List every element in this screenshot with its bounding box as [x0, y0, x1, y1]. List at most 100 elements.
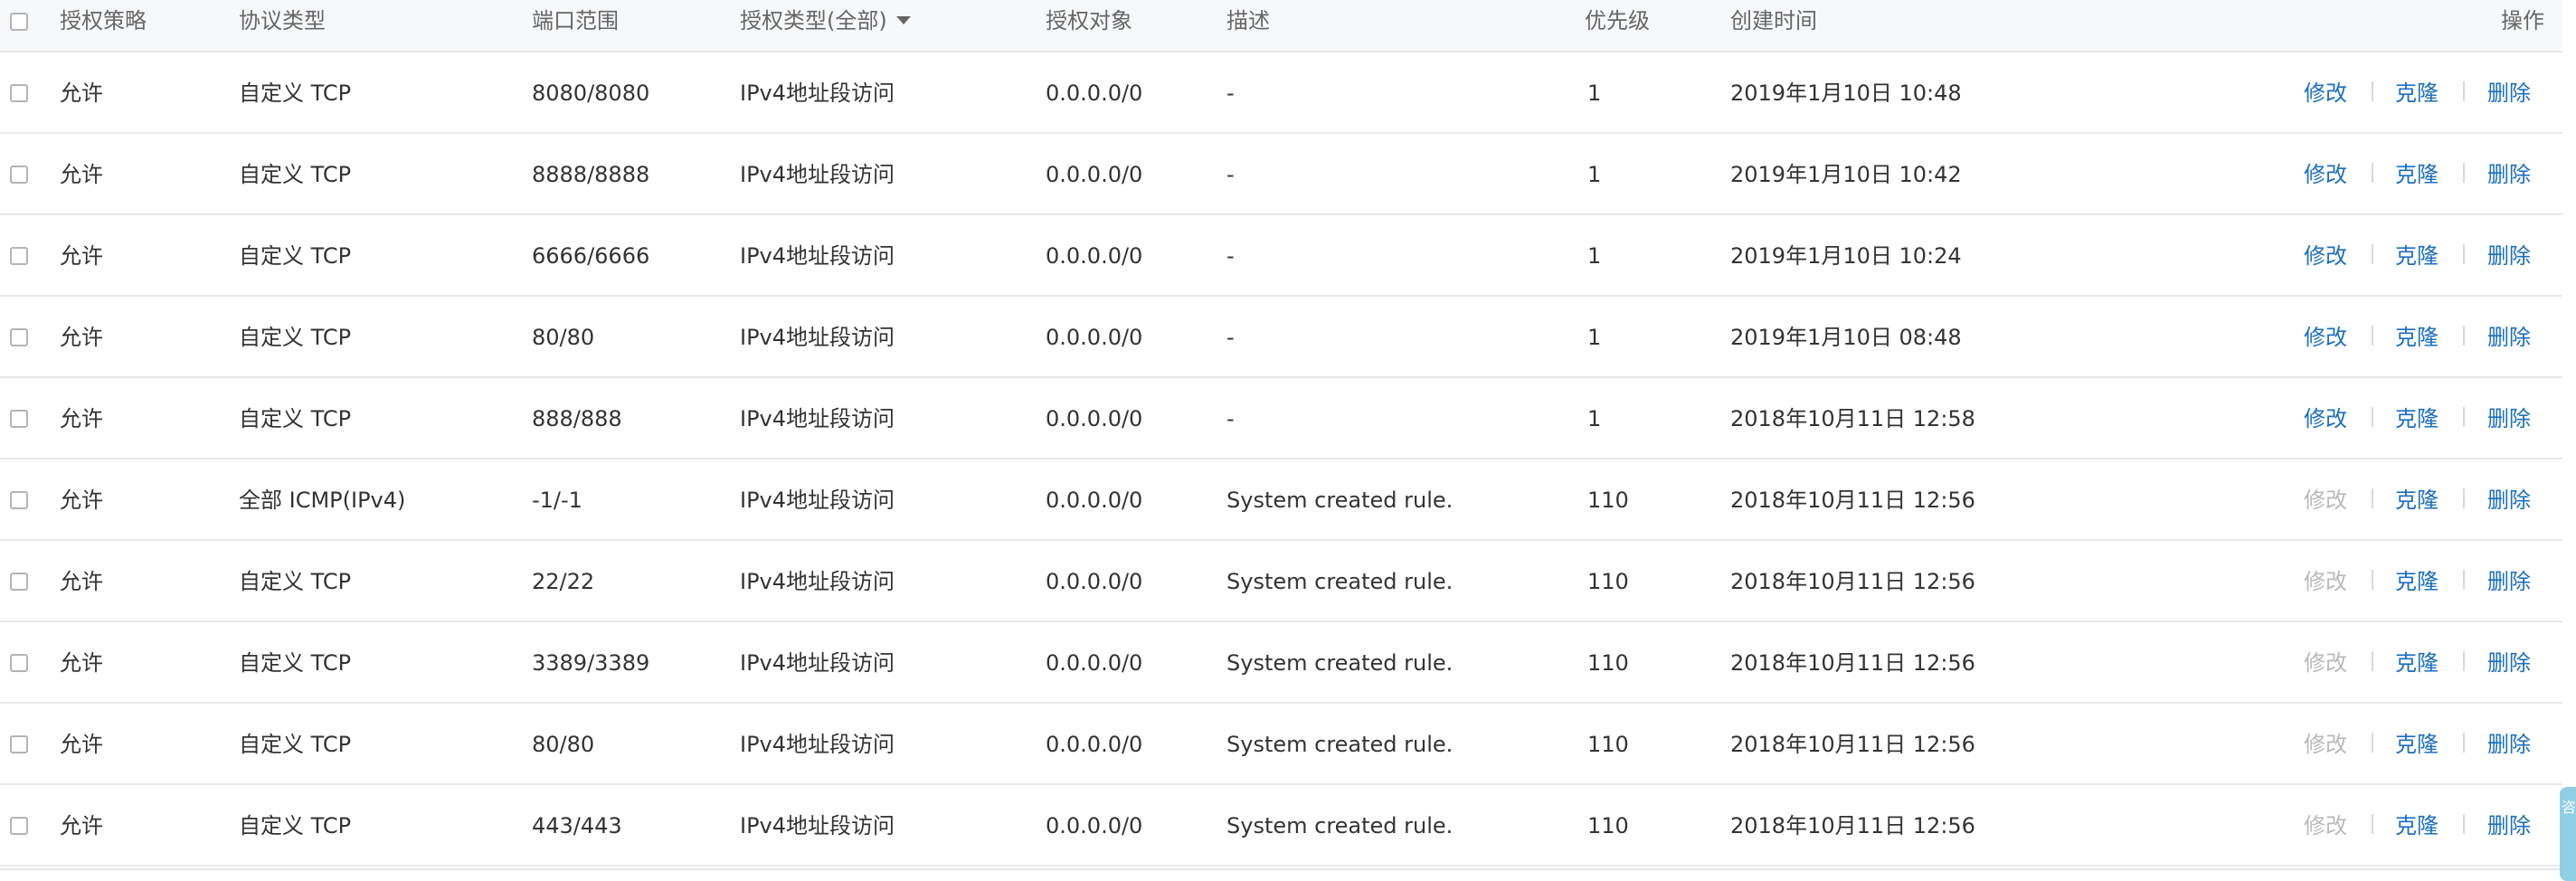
delete-link[interactable]: 删除	[2487, 649, 2531, 677]
cell-auth-target: 0.0.0.0/0	[1046, 406, 1143, 431]
header-auth-type-filter[interactable]: 授权类型(全部)	[740, 7, 911, 34]
action-separator	[2372, 488, 2373, 508]
row-checkbox[interactable]	[10, 328, 28, 346]
clone-link[interactable]: 克隆	[2395, 242, 2439, 270]
cell-protocol: 自定义 TCP	[239, 732, 352, 757]
action-separator	[2372, 326, 2373, 346]
cell-description: System created rule.	[1226, 488, 1454, 513]
cell-protocol: 自定义 TCP	[239, 325, 352, 350]
header-priority: 优先级	[1585, 8, 1650, 33]
modify-link[interactable]: 修改	[2304, 242, 2347, 270]
cell-port-range: 8080/8080	[532, 81, 650, 106]
cell-auth-type: IPv4地址段访问	[740, 732, 895, 757]
delete-link[interactable]: 删除	[2487, 242, 2531, 270]
row-checkbox[interactable]	[10, 817, 28, 835]
modify-link[interactable]: 修改	[2304, 80, 2347, 107]
modify-link[interactable]: 修改	[2304, 405, 2347, 432]
clone-link[interactable]: 克隆	[2395, 731, 2439, 758]
cell-protocol: 自定义 TCP	[239, 243, 352, 269]
cell-created-time: 2018年10月11日 12:56	[1730, 569, 1975, 594]
cell-policy: 允许	[60, 488, 103, 513]
clone-link[interactable]: 克隆	[2395, 568, 2439, 595]
cell-priority: 1	[1587, 243, 1602, 269]
table-row: 允许 自定义 TCP 22/22 IPv4地址段访问 0.0.0.0/0 System c…	[0, 541, 2562, 622]
row-checkbox[interactable]	[10, 84, 28, 102]
modify-link: 修改	[2304, 488, 2347, 513]
cell-port-range: 80/80	[532, 732, 595, 757]
cell-auth-target: 0.0.0.0/0	[1046, 488, 1143, 513]
row-checkbox[interactable]	[10, 410, 28, 428]
delete-link[interactable]: 删除	[2487, 161, 2531, 188]
cell-description: System created rule.	[1226, 732, 1454, 757]
cell-auth-type: IPv4地址段访问	[740, 162, 895, 187]
cell-auth-target: 0.0.0.0/0	[1046, 162, 1143, 187]
cell-port-range: 3389/3389	[532, 650, 650, 676]
cell-created-time: 2019年1月10日 10:42	[1730, 162, 1962, 187]
delete-link[interactable]: 删除	[2487, 568, 2531, 595]
action-separator	[2463, 651, 2465, 671]
cell-created-time: 2018年10月11日 12:58	[1730, 406, 1975, 431]
delete-link[interactable]: 删除	[2487, 80, 2531, 107]
modify-link[interactable]: 修改	[2304, 324, 2347, 351]
cell-created-time: 2019年1月10日 10:24	[1730, 243, 1962, 269]
header-description: 描述	[1226, 8, 1270, 33]
clone-link[interactable]: 克隆	[2395, 80, 2439, 107]
cell-policy: 允许	[60, 813, 103, 838]
cell-priority: 110	[1587, 813, 1629, 838]
action-separator	[2372, 814, 2373, 834]
clone-link[interactable]: 克隆	[2395, 405, 2439, 432]
cell-auth-target: 0.0.0.0/0	[1046, 243, 1143, 269]
clone-link[interactable]: 克隆	[2395, 487, 2439, 514]
delete-link[interactable]: 删除	[2487, 812, 2531, 839]
row-checkbox[interactable]	[10, 166, 28, 184]
action-separator	[2372, 733, 2373, 753]
modify-link: 修改	[2304, 732, 2347, 757]
cell-created-time: 2018年10月11日 12:56	[1730, 488, 1975, 513]
cell-description: -	[1226, 243, 1235, 269]
cell-priority: 1	[1587, 325, 1602, 350]
clone-link[interactable]: 克隆	[2395, 161, 2439, 188]
cell-port-range: 22/22	[532, 569, 595, 594]
cell-policy: 允许	[60, 732, 103, 757]
feedback-side-tab[interactable]: 咨	[2560, 787, 2576, 881]
delete-link[interactable]: 删除	[2487, 324, 2531, 351]
table-row: 允许 自定义 TCP 6666/6666 IPv4地址段访问 0.0.0.0/0 - 1 20…	[0, 215, 2562, 297]
cell-created-time: 2018年10月11日 12:56	[1730, 650, 1975, 676]
cell-priority: 110	[1587, 488, 1629, 513]
cell-auth-target: 0.0.0.0/0	[1046, 569, 1143, 594]
table-row: 允许 自定义 TCP 8888/8888 IPv4地址段访问 0.0.0.0/0 - 1 20…	[0, 134, 2562, 215]
cell-policy: 允许	[60, 650, 103, 676]
delete-link[interactable]: 删除	[2487, 731, 2531, 758]
cell-protocol: 自定义 TCP	[239, 81, 352, 106]
cell-auth-type: IPv4地址段访问	[740, 813, 895, 838]
row-checkbox[interactable]	[10, 654, 28, 672]
action-separator	[2372, 570, 2373, 590]
cell-auth-target: 0.0.0.0/0	[1046, 81, 1143, 106]
action-separator	[2463, 326, 2465, 346]
clone-link[interactable]: 克隆	[2395, 324, 2439, 351]
cell-priority: 1	[1587, 81, 1602, 106]
cell-description: System created rule.	[1226, 650, 1454, 676]
cell-created-time: 2019年1月10日 08:48	[1730, 325, 1962, 350]
modify-link: 修改	[2304, 813, 2347, 838]
cell-auth-target: 0.0.0.0/0	[1046, 813, 1143, 838]
row-checkbox[interactable]	[10, 735, 28, 753]
delete-link[interactable]: 删除	[2487, 487, 2531, 514]
cell-auth-type: IPv4地址段访问	[740, 488, 895, 513]
select-all-checkbox[interactable]	[10, 13, 28, 31]
row-checkbox[interactable]	[10, 247, 28, 265]
row-checkbox[interactable]	[10, 573, 28, 591]
cell-port-range: 80/80	[532, 325, 595, 350]
header-protocol: 协议类型	[239, 8, 326, 33]
cell-description: -	[1226, 406, 1235, 431]
action-separator	[2463, 488, 2465, 508]
header-auth-type-label: 授权类型(全部)	[740, 8, 887, 33]
header-actions: 操作	[2501, 8, 2544, 33]
clone-link[interactable]: 克隆	[2395, 649, 2439, 677]
cell-auth-type: IPv4地址段访问	[740, 569, 895, 594]
delete-link[interactable]: 删除	[2487, 405, 2531, 432]
clone-link[interactable]: 克隆	[2395, 812, 2439, 839]
row-checkbox[interactable]	[10, 491, 28, 509]
cell-protocol: 自定义 TCP	[239, 406, 352, 431]
modify-link[interactable]: 修改	[2304, 161, 2347, 188]
